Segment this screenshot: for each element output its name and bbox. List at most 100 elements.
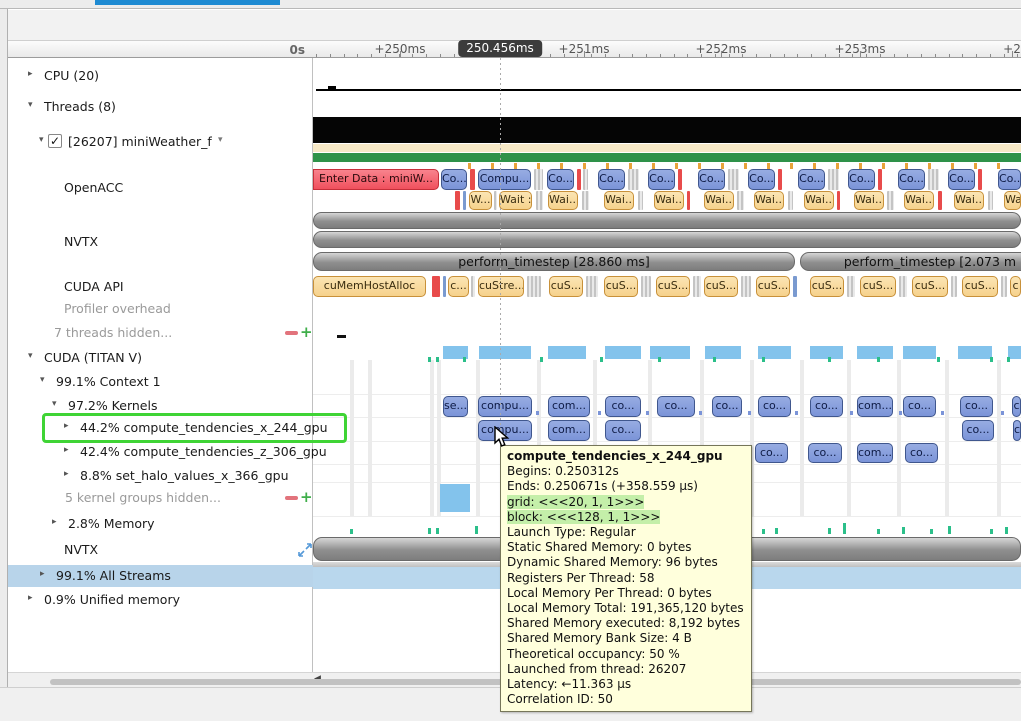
tab-strip[interactable] — [0, 0, 1021, 9]
kernel-block[interactable]: compu... — [478, 396, 532, 417]
nvtx-range-bar[interactable]: perform_timestep [28.860 ms] — [313, 252, 795, 271]
nvtx-range-bar[interactable]: perform_timestep [2.073 m — [800, 252, 1021, 271]
api-block[interactable]: Wai... — [804, 191, 834, 210]
chevron-collapsed-icon[interactable]: ▸ — [28, 69, 33, 79]
kernel-block[interactable]: com... — [857, 396, 893, 417]
api-block[interactable]: cuS... — [912, 276, 948, 297]
api-block[interactable]: cuS... — [962, 276, 998, 297]
nvtx-range-bar[interactable] — [313, 212, 1021, 229]
api-block[interactable]: cuS... — [860, 276, 896, 297]
kernel-block[interactable]: co... — [758, 396, 791, 417]
kernel-block[interactable]: co... — [808, 443, 842, 463]
api-block[interactable]: cuStre... — [478, 276, 524, 297]
chevron-expanded-icon[interactable]: ▾ — [39, 135, 44, 145]
sidebar-row[interactable]: ▾✓[26207] miniWeather_f▾ — [8, 131, 313, 153]
sidebar-row[interactable]: Profiler overhead — [8, 298, 313, 320]
api-block[interactable]: Wai... — [654, 191, 684, 210]
api-block[interactable]: Wai... — [704, 191, 734, 210]
kernel-block[interactable]: com... — [548, 396, 590, 417]
kernel-block[interactable]: c — [1013, 420, 1021, 441]
chevron-expanded-icon[interactable]: ▾ — [28, 351, 33, 361]
sidebar-row[interactable]: ▾99.1% Context 1 — [8, 371, 313, 393]
kernel-block[interactable]: com... — [857, 443, 893, 463]
sidebar-row[interactable]: OpenACC — [8, 177, 313, 199]
sidebar-row[interactable]: ▸99.1% All Streams — [8, 565, 313, 587]
api-block[interactable]: c... — [448, 276, 469, 297]
api-block[interactable]: cuS... — [656, 276, 690, 297]
api-block[interactable]: cuS... — [549, 276, 583, 297]
kernel-block[interactable]: Co... — [898, 169, 925, 190]
sidebar-row[interactable]: NVTX — [8, 539, 313, 561]
sidebar-row[interactable]: 5 kernel groups hidden...+ — [8, 487, 313, 509]
api-block[interactable]: cuMemHostAlloc — [313, 276, 426, 297]
chevron-collapsed-icon[interactable]: ▸ — [40, 569, 45, 579]
kernel-block[interactable]: co... — [605, 420, 641, 441]
sidebar-row[interactable]: ▾Threads (8) — [8, 96, 313, 118]
kernel-block[interactable]: co... — [657, 396, 695, 417]
sidebar-row[interactable]: NVTX — [8, 231, 313, 253]
chevron-collapsed-icon[interactable]: ▸ — [64, 445, 69, 455]
kernel-block[interactable]: Co... — [598, 169, 625, 190]
kernel-block[interactable]: Co... — [798, 169, 825, 190]
chevron-collapsed-icon[interactable]: ▸ — [28, 593, 33, 603]
chevron-collapsed-icon[interactable]: ▸ — [52, 517, 57, 527]
api-block[interactable]: cuS... — [810, 276, 844, 297]
chevron-expanded-icon[interactable]: ▾ — [52, 399, 57, 409]
time-ruler[interactable]: 0s +250ms+251ms+252ms+253ms+2 250.456ms — [8, 40, 1021, 58]
kernel-block[interactable]: com... — [548, 420, 590, 441]
kernel-block[interactable]: Co... — [441, 169, 467, 190]
kernel-block[interactable]: co... — [960, 396, 993, 417]
api-block[interactable]: cuS... — [604, 276, 638, 297]
sidebar-row[interactable]: ▸2.8% Memory — [8, 513, 313, 535]
api-block[interactable]: cuS... — [756, 276, 790, 297]
kernel-block[interactable]: Co... — [648, 169, 675, 190]
expand-row-icon[interactable] — [298, 543, 312, 557]
sidebar-row[interactable]: ▸0.9% Unified memory — [8, 589, 313, 611]
api-block[interactable]: Wai... — [854, 191, 884, 210]
sidebar-row[interactable]: CUDA API — [8, 276, 313, 298]
kernel-block[interactable]: Co... — [698, 169, 725, 190]
api-block[interactable]: cuS... — [704, 276, 738, 297]
kernel-block[interactable]: co... — [712, 396, 742, 417]
kernel-block[interactable]: Co... — [748, 169, 775, 190]
memory-transfer-block[interactable] — [440, 484, 470, 512]
kernel-block[interactable]: Compu... — [478, 169, 531, 190]
sidebar-row[interactable]: ▸CPU (20) — [8, 65, 313, 87]
chevron-expanded-icon[interactable]: ▾ — [28, 100, 33, 110]
thread-checkbox[interactable]: ✓ — [48, 134, 62, 148]
chevron-collapsed-icon[interactable]: ▸ — [64, 469, 69, 479]
kernel-block[interactable]: co... — [962, 420, 994, 441]
api-block[interactable]: Wai... — [754, 191, 784, 210]
api-block[interactable]: c — [1010, 276, 1021, 297]
kernel-block[interactable]: Co... — [998, 169, 1021, 190]
collapse-group-icon[interactable] — [285, 331, 298, 335]
expand-group-icon[interactable]: + — [300, 326, 313, 339]
nvtx-range-bar[interactable] — [313, 231, 1021, 248]
kernel-block[interactable]: co... — [605, 396, 641, 417]
api-block[interactable]: Wait : ... — [499, 191, 532, 210]
kernel-block[interactable]: co... — [810, 396, 843, 417]
sidebar-row[interactable]: ▸8.8% set_halo_values_x_366_gpu — [8, 465, 313, 487]
kernel-block[interactable]: co... — [903, 396, 936, 417]
chevron-expanded-icon[interactable]: ▾ — [40, 375, 45, 385]
kernel-block[interactable]: Co... — [948, 169, 975, 190]
kernel-block[interactable]: Co... — [547, 169, 574, 190]
api-block[interactable]: Wai... — [904, 191, 934, 210]
range-block[interactable]: Enter Data : miniW... — [313, 169, 439, 190]
kernel-block[interactable]: co... — [755, 443, 788, 463]
api-block[interactable]: Wai... — [954, 191, 984, 210]
sidebar-row[interactable]: ▾CUDA (TITAN V) — [8, 347, 313, 369]
chevron-down-icon[interactable]: ▾ — [218, 135, 223, 145]
sidebar-row[interactable]: 7 threads hidden...+ — [8, 322, 313, 344]
kernel-block[interactable]: Co... — [848, 169, 875, 190]
api-block[interactable]: W... — [469, 191, 492, 210]
kernel-block[interactable]: co... — [905, 443, 938, 463]
collapse-group-icon[interactable] — [285, 496, 298, 500]
api-block[interactable]: Wai... — [604, 191, 634, 210]
kernel-block[interactable]: se... — [443, 396, 468, 417]
api-block[interactable]: Wa — [1004, 191, 1021, 210]
sidebar-row[interactable]: ▸42.4% compute_tendencies_z_306_gpu — [8, 441, 313, 463]
expand-group-icon[interactable]: + — [300, 491, 313, 504]
api-block[interactable]: Wai... — [548, 191, 578, 210]
kernel-block[interactable]: c — [1012, 396, 1021, 417]
